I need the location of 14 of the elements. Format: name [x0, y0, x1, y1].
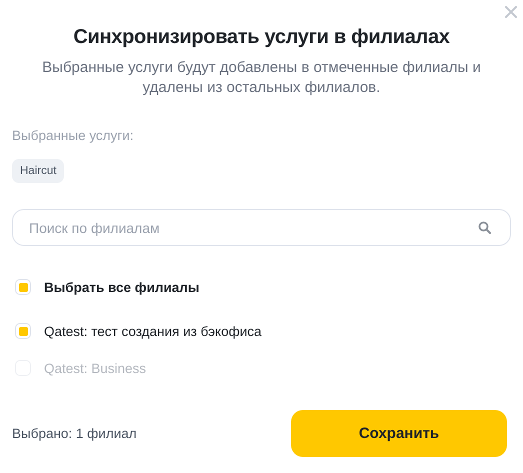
dialog-description: Выбранные услуги будут добавлены в отмеченные филиалы и удалены из остальных филиалов.: [41, 58, 482, 98]
checkbox[interactable]: [15, 323, 31, 339]
selected-services-label: Выбранные услуги:: [12, 128, 135, 143]
save-button[interactable]: Сохранить: [291, 410, 507, 457]
service-chip: Haircut: [12, 159, 64, 183]
close-icon[interactable]: [505, 6, 517, 18]
search-field[interactable]: Поиск по филиалам: [12, 209, 511, 246]
search-icon: [478, 221, 491, 234]
checkbox[interactable]: [15, 279, 31, 295]
branch-label: Qatest: тест создания из бэкофиса: [44, 324, 262, 338]
dialog-title: Синхронизировать услуги в филиалах: [72, 26, 451, 49]
select-all-label: Выбрать все филиалы: [44, 280, 200, 294]
selected-count: Выбрано: 1 филиал: [12, 426, 137, 441]
branch-label: Qatest: Business: [44, 360, 146, 376]
